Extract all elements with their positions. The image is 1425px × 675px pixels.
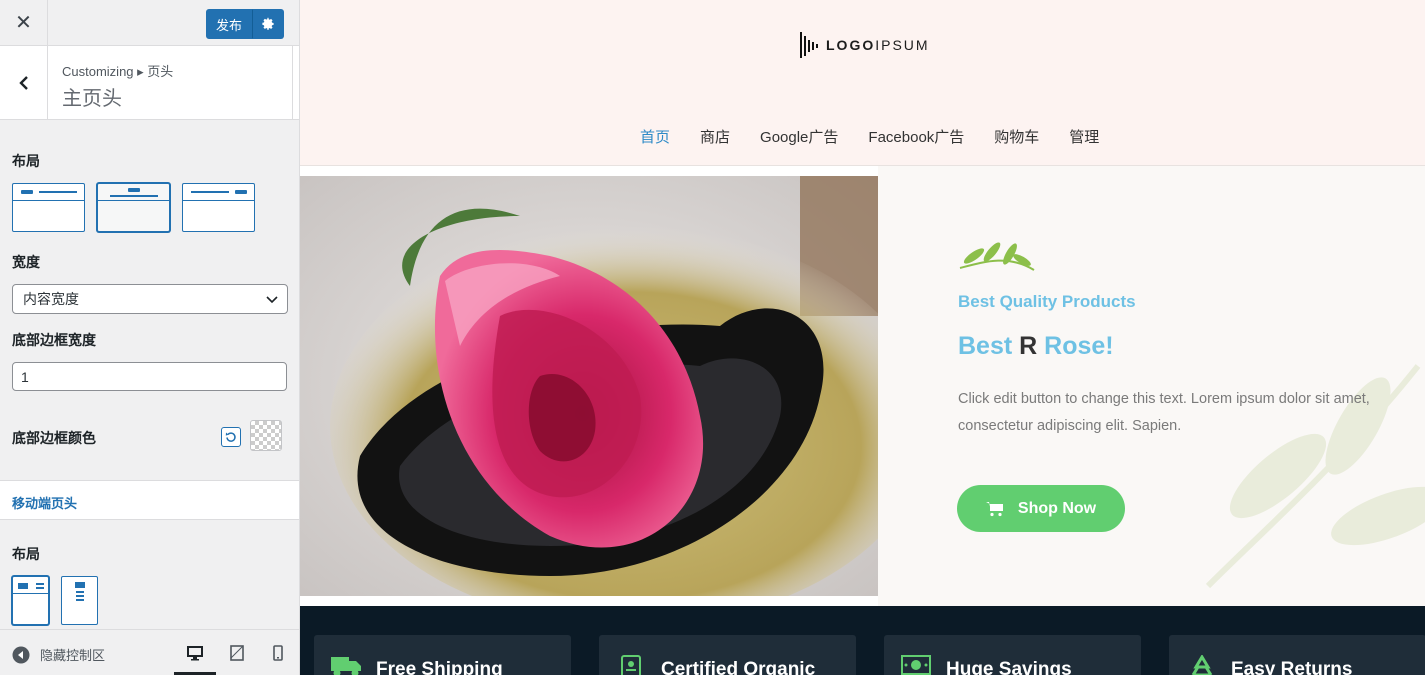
rose-photo-illustration bbox=[300, 176, 878, 596]
feature-label: Free Shipping bbox=[376, 659, 503, 675]
close-icon: ✕ bbox=[15, 12, 32, 34]
hero-headline: Best R Rose! bbox=[958, 332, 1114, 361]
nav-item-cart[interactable]: 购物车 bbox=[994, 126, 1039, 147]
width-select[interactable]: 内容宽度 bbox=[12, 284, 288, 314]
border-width-input[interactable] bbox=[12, 362, 287, 391]
site-preview: LOGOIPSUM 首页 商店 Google广告 Facebook广告 购物车 … bbox=[300, 0, 1425, 675]
hide-controls-label: 隐藏控制区 bbox=[40, 648, 106, 663]
device-mobile-button[interactable] bbox=[257, 630, 299, 675]
recycle-icon bbox=[1191, 655, 1213, 675]
mobile-layout-option-2[interactable] bbox=[61, 576, 98, 625]
desktop-icon bbox=[187, 646, 203, 661]
nav-item-google-ads[interactable]: Google广告 bbox=[760, 126, 838, 147]
back-button[interactable] bbox=[0, 46, 48, 119]
headline-part-3: Rose! bbox=[1044, 332, 1114, 360]
logo-text-bold: LOGO bbox=[826, 37, 876, 53]
border-color-label: 底部边框颜色 bbox=[12, 430, 96, 446]
publish-settings-button[interactable] bbox=[252, 9, 284, 39]
feature-label: Certified Organic bbox=[661, 659, 816, 675]
border-width-label: 底部边框宽度 bbox=[12, 332, 96, 348]
site-logo[interactable]: LOGOIPSUM bbox=[800, 30, 930, 60]
feature-card: Certified Organic bbox=[599, 635, 856, 675]
main-nav: 首页 商店 Google广告 Facebook广告 购物车 管理 bbox=[640, 126, 1099, 147]
nav-item-admin[interactable]: 管理 bbox=[1069, 126, 1099, 147]
nav-item-home[interactable]: 首页 bbox=[640, 126, 670, 147]
mobile-layout-label: 布局 bbox=[12, 546, 40, 562]
mobile-layout-option-1[interactable] bbox=[12, 576, 49, 625]
undo-icon bbox=[225, 432, 236, 442]
layout-option-center[interactable] bbox=[97, 183, 170, 232]
collapse-icon bbox=[12, 646, 30, 663]
cart-icon bbox=[985, 501, 1003, 516]
gear-icon bbox=[262, 17, 274, 31]
publish-button[interactable]: 发布 bbox=[206, 9, 252, 39]
shop-now-button[interactable]: Shop Now bbox=[957, 485, 1125, 532]
site-header: LOGOIPSUM 首页 商店 Google广告 Facebook广告 购物车 … bbox=[300, 0, 1425, 166]
width-select-value: 内容宽度 bbox=[23, 291, 79, 307]
headline-part-2: R bbox=[1019, 332, 1038, 360]
device-desktop-button[interactable] bbox=[174, 630, 216, 675]
device-tablet-button[interactable] bbox=[216, 630, 258, 675]
customizer-sidebar: ✕ 发布 Customizing ▸ 页头 主页头 布局 宽度 内容宽度 底部边… bbox=[0, 0, 300, 675]
customizer-topbar: ✕ 发布 bbox=[0, 0, 299, 46]
logo-text-light: IPSUM bbox=[875, 37, 930, 53]
close-button[interactable]: ✕ bbox=[0, 0, 48, 45]
section-title: 主页头 bbox=[62, 88, 122, 110]
nav-item-shop[interactable]: 商店 bbox=[700, 126, 730, 147]
hide-controls-button[interactable]: 隐藏控制区 bbox=[12, 645, 105, 664]
chevron-down-icon bbox=[266, 296, 278, 304]
publish-group: 发布 bbox=[206, 9, 284, 39]
chevron-left-icon bbox=[18, 75, 28, 90]
logo-mark-icon bbox=[800, 32, 818, 58]
mobile-layout-2-icon bbox=[75, 582, 85, 601]
width-label: 宽度 bbox=[12, 254, 40, 270]
reset-color-button[interactable] bbox=[221, 427, 241, 447]
feature-card: Easy Returns bbox=[1169, 635, 1425, 675]
tablet-icon bbox=[230, 645, 244, 661]
customizer-footer: 隐藏控制区 bbox=[0, 629, 299, 675]
feature-label: Easy Returns bbox=[1231, 659, 1353, 675]
hero-image bbox=[300, 176, 878, 596]
feature-card: Free Shipping bbox=[314, 635, 571, 675]
truck-icon bbox=[331, 657, 361, 675]
nav-item-facebook-ads[interactable]: Facebook广告 bbox=[868, 126, 964, 147]
mobile-layout-1-icon bbox=[13, 583, 48, 594]
features-strip: Free Shipping Certified Organic Huge Sav… bbox=[300, 606, 1425, 675]
border-color-swatch[interactable] bbox=[250, 420, 282, 451]
hero-body-text: Click edit button to change this text. L… bbox=[958, 391, 1370, 434]
leaf-decoration-icon bbox=[959, 242, 1035, 271]
hero-content: Best Quality Products Best R Rose! Click… bbox=[878, 166, 1425, 606]
hero-eyebrow: Best Quality Products bbox=[958, 292, 1136, 311]
money-icon bbox=[901, 655, 931, 675]
breadcrumb: Customizing ▸ 页头 bbox=[62, 64, 174, 79]
layout-option-left[interactable] bbox=[12, 183, 85, 232]
section-header: Customizing ▸ 页头 主页头 bbox=[0, 46, 299, 120]
certificate-icon bbox=[621, 655, 641, 675]
mobile-header-label: 移动端页头 bbox=[12, 496, 78, 511]
feature-card: Huge Savings bbox=[884, 635, 1141, 675]
decorative-leaf-bg bbox=[1205, 364, 1425, 589]
shop-now-label: Shop Now bbox=[1017, 499, 1097, 517]
layout-option-right[interactable] bbox=[182, 183, 255, 232]
mobile-header-section[interactable]: 移动端页头 bbox=[0, 480, 299, 520]
mobile-icon bbox=[273, 645, 283, 661]
layout-label: 布局 bbox=[12, 153, 40, 169]
headline-part-1: Best bbox=[958, 332, 1013, 360]
feature-label: Huge Savings bbox=[946, 659, 1072, 675]
